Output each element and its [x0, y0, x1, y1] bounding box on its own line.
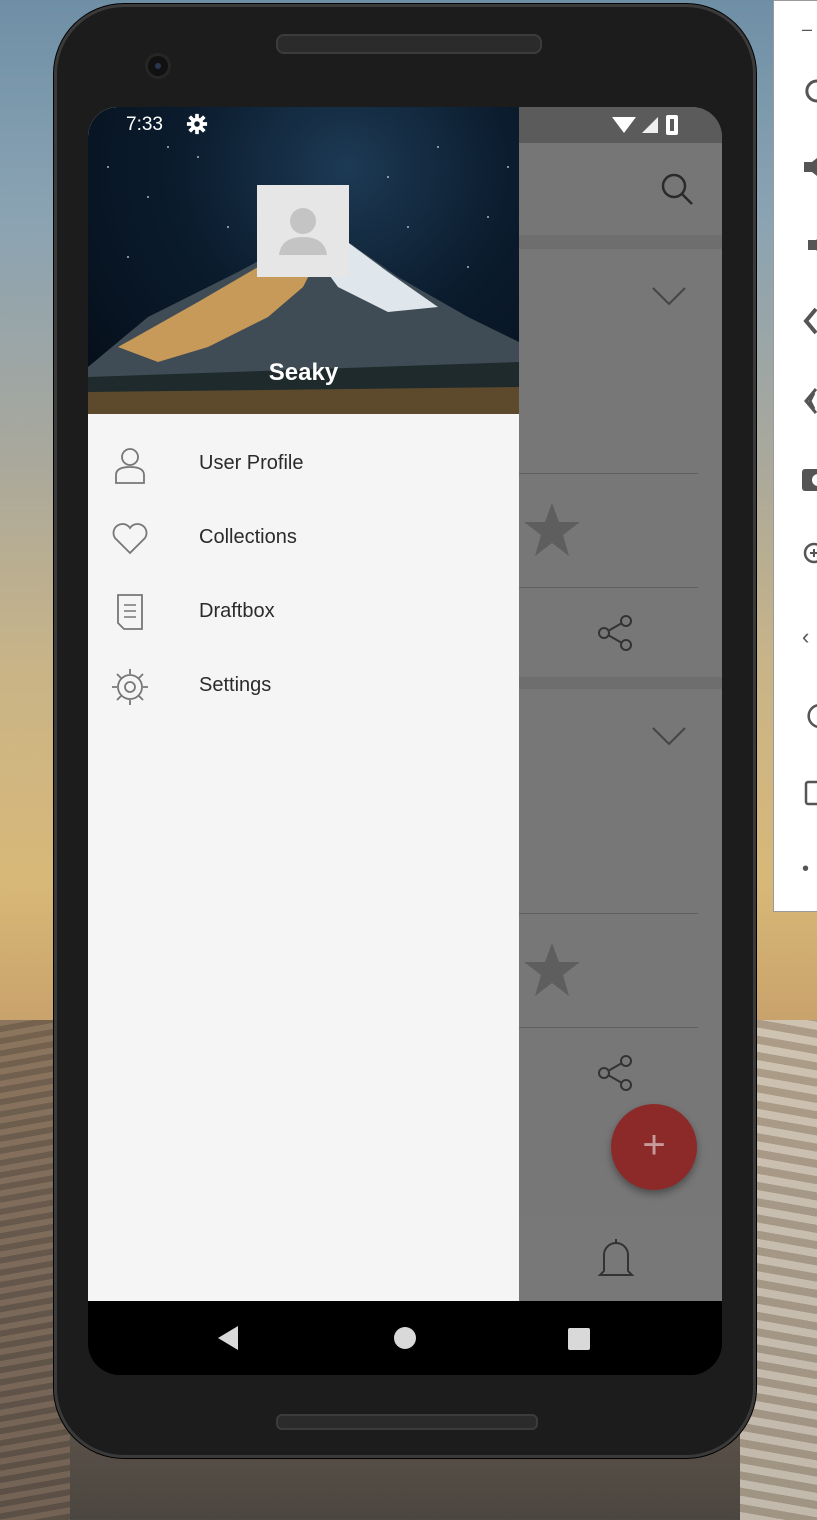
star-icon[interactable] [522, 501, 582, 559]
drawer-item-label: Settings [199, 674, 272, 696]
settings-status-icon [186, 113, 208, 135]
nav-back-button[interactable] [216, 1325, 240, 1351]
volume-down-icon[interactable] [802, 229, 817, 261]
add-fab-button[interactable]: + [611, 1104, 697, 1190]
zoom-in-icon[interactable] [802, 539, 817, 571]
heart-icon [112, 523, 148, 555]
speaker-bottom [276, 1414, 538, 1430]
bell-icon[interactable] [596, 1235, 636, 1283]
back-icon[interactable]: ‹ [802, 621, 817, 653]
power-icon[interactable] [802, 75, 817, 107]
drawer-item-settings[interactable]: Settings [88, 649, 519, 723]
rotate-right-icon[interactable] [802, 385, 817, 417]
drawer-item-label: User Profile [199, 452, 304, 474]
front-camera [148, 56, 168, 76]
drawer-item-collections[interactable]: Collections [88, 501, 519, 575]
status-time: 7:33 [126, 114, 163, 135]
gear-icon [112, 669, 148, 705]
search-icon[interactable] [659, 171, 695, 207]
avatar[interactable] [257, 185, 349, 277]
nav-home-button[interactable] [394, 1327, 416, 1349]
navigation-drawer: 7:33 Seaky User Profile Collections Draf… [88, 107, 519, 1301]
share-icon[interactable] [596, 613, 636, 653]
rotate-left-icon[interactable] [802, 305, 817, 337]
star-icon[interactable] [522, 941, 582, 999]
person-placeholder-icon [279, 208, 327, 255]
minimize-icon[interactable]: – [802, 13, 817, 45]
drawer-header: 7:33 Seaky [88, 107, 519, 414]
user-name: Seaky [268, 359, 339, 386]
drawer-item-user-profile[interactable]: User Profile [88, 427, 519, 501]
chevron-down-icon[interactable] [651, 725, 687, 747]
document-icon [117, 594, 143, 630]
volume-up-icon[interactable] [802, 151, 817, 183]
speaker-top [276, 34, 542, 54]
drawer-item-label: Collections [199, 526, 297, 548]
phone-screen: + 7:33 Seaky User Profile Collections Dr… [88, 107, 722, 1375]
share-icon[interactable] [596, 1053, 636, 1093]
drawer-item-label: Draftbox [199, 600, 275, 622]
more-icon[interactable]: • [802, 853, 817, 885]
nav-recents-button[interactable] [568, 1328, 590, 1350]
chevron-down-icon[interactable] [651, 285, 687, 307]
user-icon [115, 448, 145, 484]
home-icon[interactable] [802, 699, 817, 731]
status-icons [612, 115, 678, 135]
overview-icon[interactable] [802, 777, 817, 809]
drawer-item-draftbox[interactable]: Draftbox [88, 575, 519, 649]
emulator-toolbar: – ‹ • [773, 0, 817, 912]
camera-icon[interactable] [802, 463, 817, 495]
system-navigation-bar [88, 1301, 722, 1375]
